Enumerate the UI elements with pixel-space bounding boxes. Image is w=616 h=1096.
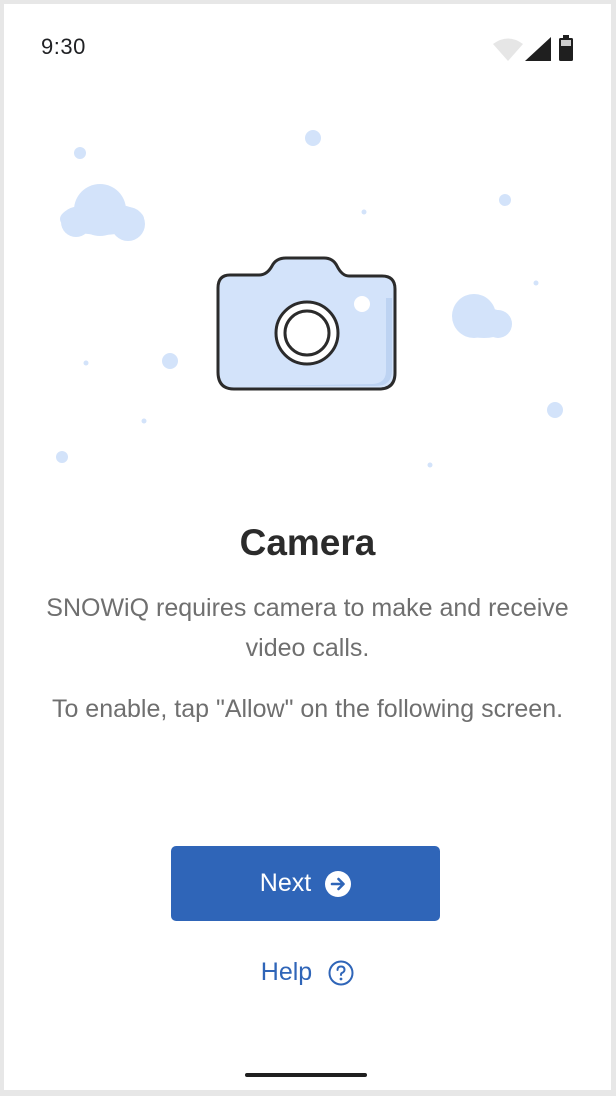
page-title: Camera [239, 522, 376, 563]
next-button-label: Next [259, 869, 312, 897]
help-link[interactable]: Help [4, 958, 611, 987]
battery-icon [559, 35, 573, 61]
cloud-left [60, 184, 145, 241]
status-bar: 9:30 [4, 4, 611, 88]
status-time: 9:30 [41, 34, 86, 59]
wifi-icon [493, 38, 523, 61]
status-icons [493, 35, 575, 65]
help-link-label: Help [260, 958, 313, 986]
camera-illustration [4, 88, 611, 488]
question-circle-icon [328, 960, 354, 985]
cloud-right [452, 294, 512, 338]
home-indicator[interactable] [245, 1073, 367, 1077]
permission-screen: 9:30 Camera SNOWiQ requires camera to ma… [4, 4, 611, 1090]
cell-signal-icon [525, 37, 551, 61]
permission-instruction: To enable, tap "Allow" on the following … [51, 695, 564, 723]
arrow-right-circle-icon [325, 870, 352, 897]
permission-description: SNOWiQ requires camera to make and recei… [46, 594, 569, 662]
next-button[interactable]: Next [171, 846, 440, 921]
camera-icon [216, 256, 397, 391]
